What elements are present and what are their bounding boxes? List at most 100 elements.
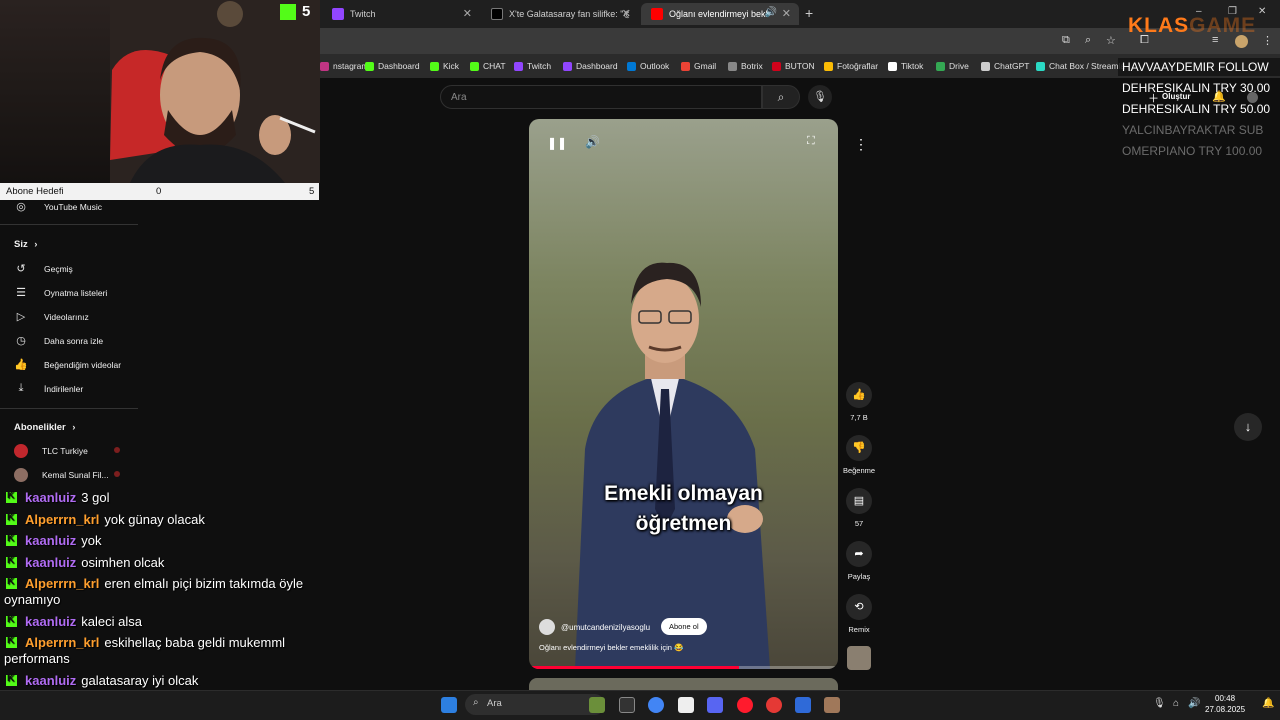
- sidebar-item-label: Oynatma listeleri: [44, 287, 108, 298]
- notification-center-icon[interactable]: 🔔: [1262, 698, 1274, 709]
- bookmark-item[interactable]: Dashboard: [563, 61, 618, 71]
- close-tab-icon[interactable]: ✕: [782, 7, 791, 20]
- bookmark-label: BUTON: [785, 61, 815, 71]
- microphone-icon: 🎙: [813, 91, 827, 103]
- sidebar-item[interactable]: 👍 Beğendiğim videolar: [14, 358, 121, 371]
- bookmark-favicon-icon: [772, 61, 781, 71]
- bookmark-item[interactable]: Kick: [430, 61, 459, 71]
- network-app-icon[interactable]: [795, 697, 811, 713]
- comments-button[interactable]: ▤ 57: [838, 488, 880, 528]
- bookmark-item[interactable]: Dashboard: [365, 61, 420, 71]
- kick-badge-icon: [6, 576, 17, 589]
- tab-x-post[interactable]: X'te Galatasaray fan silifke: "@y ✕: [481, 3, 639, 25]
- fullscreen-icon[interactable]: ⛶: [807, 135, 815, 148]
- more-menu-icon[interactable]: ⋮: [1262, 34, 1273, 47]
- game-app-icon[interactable]: [589, 697, 605, 713]
- network-tray-icon[interactable]: ⌂: [1173, 698, 1179, 709]
- share-button[interactable]: ➦ Paylaş: [838, 541, 880, 581]
- opera-icon[interactable]: [737, 697, 753, 713]
- bookmark-item[interactable]: BUTON: [772, 61, 815, 71]
- channel-avatar[interactable]: [539, 619, 555, 635]
- taskbar-search[interactable]: ⌕ Ara: [465, 694, 605, 715]
- sidebar-heading-you[interactable]: Siz ›: [14, 239, 37, 250]
- pause-icon[interactable]: ❚❚: [547, 136, 567, 150]
- subscription-item[interactable]: Kemal Sunal Fil...: [14, 468, 120, 482]
- search-label: Ara: [487, 698, 502, 709]
- tab-youtube-active[interactable]: Oğlanı evlendirmeyi bekler 🔊 ✕: [641, 3, 799, 25]
- sidebar-item-youtube-music[interactable]: ◎ YouTube Music: [14, 200, 102, 213]
- volume-icon[interactable]: 🔊: [585, 135, 600, 149]
- video-frame-person: [575, 262, 770, 669]
- subscription-item[interactable]: TLC Turkiye: [14, 444, 120, 458]
- dislike-button[interactable]: 👎 Beğenme: [838, 435, 880, 475]
- next-video-button[interactable]: ↓: [1234, 413, 1262, 441]
- bookmark-item[interactable]: Outlook: [627, 61, 669, 71]
- chrome-icon[interactable]: [648, 697, 664, 713]
- sound-thumbnail[interactable]: [847, 646, 871, 670]
- close-tab-icon[interactable]: ✕: [622, 7, 631, 20]
- close-window-button[interactable]: ✕: [1258, 6, 1266, 17]
- search-input[interactable]: Ara: [440, 85, 762, 109]
- like-button[interactable]: 👍 7,7 B: [838, 382, 880, 422]
- cast-icon[interactable]: ⧉: [1062, 34, 1070, 47]
- red-app-icon[interactable]: [766, 697, 782, 713]
- bookmark-item[interactable]: CHAT: [470, 61, 506, 71]
- video-title[interactable]: Oğlanı evlendirmeyi bekler emeklilik içi…: [539, 643, 683, 652]
- chat-message: Alperrrn_krl eren elmalı piçi bizim takım…: [6, 576, 303, 591]
- chat-username: kaanluiz: [25, 554, 77, 570]
- new-tab-button[interactable]: +: [805, 5, 813, 21]
- like-count: 7,7 B: [850, 413, 868, 422]
- subscribe-button[interactable]: Abone ol: [661, 618, 707, 635]
- windows-taskbar: [0, 690, 1280, 720]
- bookmark-item[interactable]: Drive: [936, 61, 969, 71]
- windows-start-icon[interactable]: [441, 697, 457, 713]
- remix-button[interactable]: ⟲ Remix: [838, 594, 880, 634]
- voice-search-button[interactable]: 🎙: [808, 85, 832, 109]
- bookmark-item[interactable]: Gmail: [681, 61, 716, 71]
- sidebar-item[interactable]: ↺ Geçmiş: [14, 262, 73, 275]
- sidebar-item[interactable]: ▷ Videolarınız: [14, 310, 89, 323]
- more-options-icon[interactable]: ⋮: [854, 136, 868, 153]
- thumbs-down-icon: 👎: [846, 435, 872, 461]
- bookmark-item[interactable]: Chat Box / Streamla: [1036, 61, 1125, 71]
- kick-badge-icon: [6, 555, 17, 568]
- close-tab-icon[interactable]: ✕: [463, 7, 472, 20]
- obs-icon[interactable]: [678, 697, 694, 713]
- sidebar-item[interactable]: ⤓ İndirilenler: [14, 382, 84, 395]
- chat-message: Alperrrn_krlyok günay olacak: [6, 512, 205, 527]
- zoom-icon[interactable]: ⌕: [1085, 34, 1091, 47]
- volume-tray-icon[interactable]: 🔊: [1188, 698, 1200, 709]
- sidebar-item-label: Geçmiş: [44, 263, 73, 274]
- channel-avatar: [14, 444, 28, 458]
- discord-icon[interactable]: [707, 697, 723, 713]
- speaker-icon[interactable]: 🔊: [765, 7, 777, 18]
- bookmark-item[interactable]: nstagram: [320, 61, 368, 71]
- taskbar-clock[interactable]: 00:48 27.08.2025: [1205, 693, 1245, 715]
- bookmark-item[interactable]: Fotoğraflar: [824, 61, 878, 71]
- bookmark-item[interactable]: Botrix: [728, 61, 763, 71]
- search-button[interactable]: ⌕: [762, 85, 800, 109]
- chat-text: yok günay olacak: [104, 511, 205, 527]
- channel-info[interactable]: @umutcandenizilyasoglu: [539, 619, 650, 635]
- sidebar-item[interactable]: ◷ Daha sonra izle: [14, 334, 103, 347]
- sidebar-heading-subscriptions[interactable]: Abonelikler ›: [14, 422, 75, 433]
- microphone-tray-icon[interactable]: 🎙: [1153, 698, 1166, 709]
- channel-handle[interactable]: @umutcandenizilyasoglu: [561, 623, 650, 632]
- comment-icon: ▤: [846, 488, 872, 514]
- chat-message: kaanluizgalatasaray iyi olcak: [6, 673, 198, 688]
- latest-follow-alert: HAVVAAYDEMIR FOLLOW: [1118, 58, 1280, 76]
- sidebar-item[interactable]: ☰ Oynatma listeleri: [14, 286, 107, 299]
- streamer-webcam: 5: [0, 0, 320, 183]
- bookmark-label: Twitch: [527, 61, 552, 71]
- bookmark-star-icon[interactable]: ☆: [1106, 34, 1116, 47]
- bookmark-item[interactable]: Twitch: [514, 61, 551, 71]
- shorts-video-player[interactable]: ❚❚ 🔊 ⛶ Emekli olmayan öğretmen @umutcand…: [529, 119, 838, 669]
- bookmark-item[interactable]: Tiktok: [888, 61, 923, 71]
- bookmark-item[interactable]: ChatGPT: [981, 61, 1029, 71]
- tab-twitch[interactable]: Twitch ✕: [322, 3, 480, 25]
- video-progress-bar[interactable]: [529, 666, 838, 669]
- photo-app-icon[interactable]: [824, 697, 840, 713]
- bookmark-favicon-icon: [514, 61, 523, 71]
- share-label: Paylaş: [847, 572, 871, 581]
- settings-icon[interactable]: [619, 697, 635, 713]
